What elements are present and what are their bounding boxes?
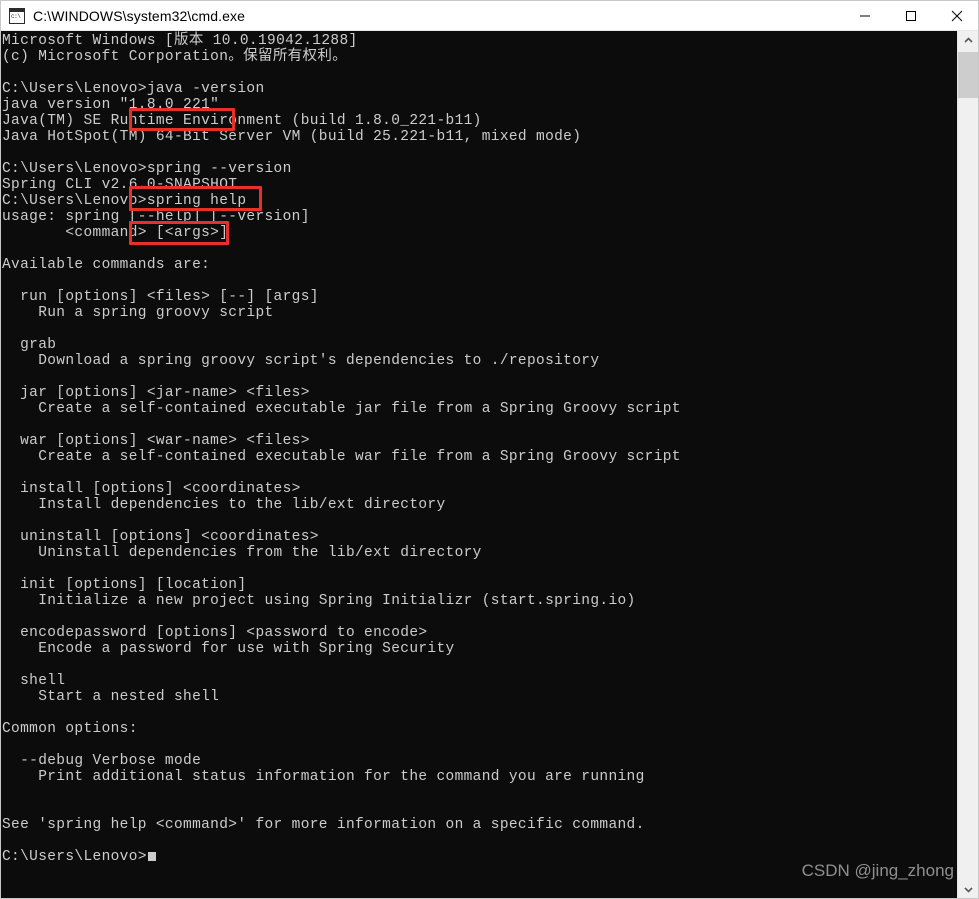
terminal-line: jar [options] <jar-name> <files>	[2, 385, 310, 401]
terminal-line: Create a self-contained executable jar f…	[2, 401, 681, 417]
scrollbar-thumb[interactable]	[958, 52, 978, 98]
terminal-line: uninstall [options] <coordinates>	[2, 529, 319, 545]
text-cursor	[147, 852, 156, 861]
window-controls	[842, 1, 978, 31]
cmd-window: C:\WINDOWS\system32\cmd.exe Microsof	[0, 0, 979, 899]
terminal-line: run [options] <files> [--] [args]	[2, 289, 319, 305]
terminal-line: Run a spring groovy script	[2, 305, 274, 321]
terminal-line: <command> [<args>]	[2, 225, 229, 241]
close-button[interactable]	[934, 1, 978, 31]
chevron-down-icon[interactable]	[958, 880, 978, 898]
terminal-line: Start a nested shell	[2, 689, 220, 705]
terminal-line: Create a self-contained executable war f…	[2, 449, 681, 465]
terminal-line: See 'spring help <command>' for more inf…	[2, 817, 645, 833]
console-area[interactable]: Microsoft Windows [版本 10.0.19042.1288] (c…	[1, 31, 978, 898]
minimize-button[interactable]	[842, 1, 888, 31]
vertical-scrollbar[interactable]	[957, 31, 978, 898]
terminal-line: --debug Verbose mode	[2, 753, 202, 769]
terminal-line: init [options] [location]	[2, 577, 247, 593]
terminal-line: war [options] <war-name> <files>	[2, 433, 310, 449]
terminal-line: shell	[2, 673, 66, 689]
terminal-line: Microsoft Windows [版本 10.0.19042.1288]	[2, 33, 358, 49]
terminal-line: install [options] <coordinates>	[2, 481, 301, 497]
titlebar[interactable]: C:\WINDOWS\system32\cmd.exe	[1, 1, 978, 31]
terminal-line: java version "1.8.0_221"	[2, 97, 220, 113]
terminal-line: C:\Users\Lenovo>java -version	[2, 81, 265, 97]
maximize-button[interactable]	[888, 1, 934, 31]
chevron-up-icon[interactable]	[958, 31, 978, 50]
terminal-line: Java(TM) SE Runtime Environment (build 1…	[2, 113, 482, 129]
terminal-line: grab	[2, 337, 57, 353]
terminal-line: C:\Users\Lenovo>spring help	[2, 193, 247, 209]
terminal-line: Download a spring groovy script's depend…	[2, 353, 600, 369]
terminal-line: (c) Microsoft Corporation。保留所有权利。	[2, 49, 348, 65]
terminal-line: Print additional status information for …	[2, 769, 645, 785]
watermark: CSDN @jing_zhong	[801, 861, 954, 880]
terminal-line: Spring CLI v2.6.0-SNAPSHOT	[2, 177, 238, 193]
terminal-line: Encode a password for use with Spring Se…	[2, 641, 455, 657]
terminal-line: Available commands are:	[2, 257, 211, 273]
terminal-line: Uninstall dependencies from the lib/ext …	[2, 545, 482, 561]
terminal-line: Java HotSpot(TM) 64-Bit Server VM (build…	[2, 129, 582, 145]
terminal-line: C:\Users\Lenovo>spring --version	[2, 161, 292, 177]
cmd-console-icon	[9, 7, 25, 24]
window-title: C:\WINDOWS\system32\cmd.exe	[33, 7, 245, 24]
terminal-line: Common options:	[2, 721, 138, 737]
scrollbar-track[interactable]	[958, 50, 978, 880]
terminal-line: usage: spring [--help] [--version]	[2, 209, 310, 225]
terminal-line: encodepassword [options] <password to en…	[2, 625, 428, 641]
terminal-line: Install dependencies to the lib/ext dire…	[2, 497, 446, 513]
terminal-output[interactable]: Microsoft Windows [版本 10.0.19042.1288] (c…	[1, 31, 959, 898]
terminal-line: Initialize a new project using Spring In…	[2, 593, 636, 609]
